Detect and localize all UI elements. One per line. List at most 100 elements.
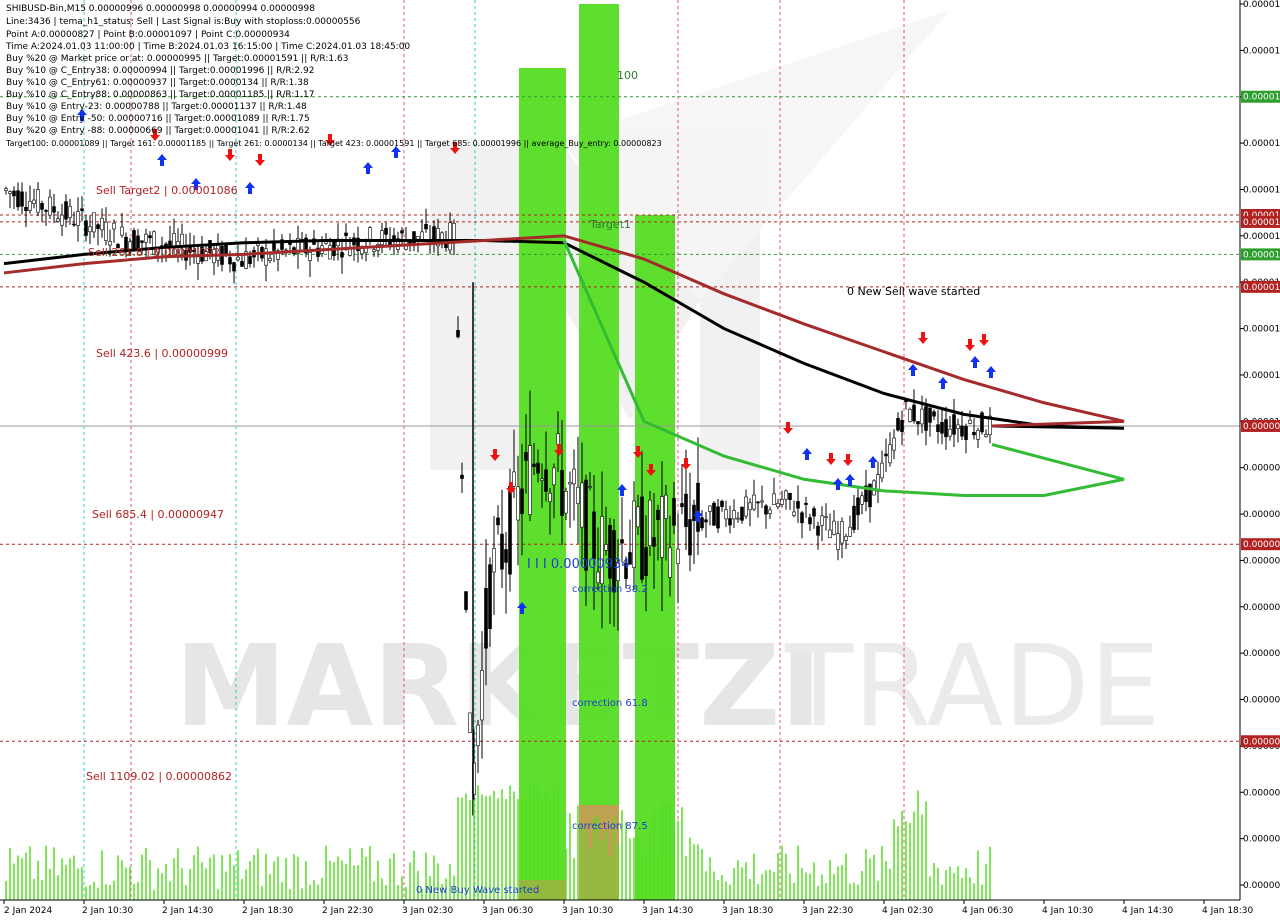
candle-body bbox=[812, 508, 816, 517]
candle-body bbox=[712, 502, 716, 526]
candle-body bbox=[92, 212, 96, 233]
candle-body bbox=[976, 430, 980, 440]
hundred-label: 100 bbox=[617, 69, 638, 82]
sell-262-label: Sell 261.8 | 0.00001032 bbox=[88, 246, 220, 259]
candle-body bbox=[140, 240, 144, 243]
candle-body bbox=[552, 467, 556, 486]
candle-body bbox=[536, 462, 540, 474]
candle-body bbox=[8, 191, 12, 194]
info-line: Buy %20 @ Market price or at: 0.00000995… bbox=[6, 54, 349, 64]
candle-body bbox=[804, 502, 808, 505]
candle-body bbox=[508, 485, 512, 575]
candle-body bbox=[772, 493, 776, 506]
candle-body bbox=[520, 488, 524, 514]
candle-body bbox=[928, 407, 932, 423]
candle-body bbox=[556, 433, 560, 445]
candle-body bbox=[592, 511, 596, 560]
candle-body bbox=[792, 511, 796, 516]
candle-body bbox=[68, 206, 72, 218]
time-tick-label: 4 Jan 14:30 bbox=[1122, 906, 1174, 916]
candle-body bbox=[88, 226, 92, 233]
candle-body bbox=[696, 482, 700, 532]
candle-body bbox=[644, 547, 648, 576]
candle-body bbox=[700, 517, 704, 529]
candle-body bbox=[716, 506, 720, 529]
candle-body bbox=[72, 223, 76, 226]
candle-body bbox=[148, 235, 152, 239]
candle-body bbox=[820, 515, 824, 526]
price-badge-label: 0.00000947 bbox=[1243, 540, 1280, 550]
chart-window[interactable]: MARKETZI TRADE Sell Target2 | 0.00001086… bbox=[0, 0, 1280, 920]
candle-body bbox=[44, 210, 48, 212]
candle-body bbox=[532, 463, 536, 467]
candle-body bbox=[460, 474, 464, 479]
candle-body bbox=[892, 437, 896, 451]
candle-body bbox=[832, 520, 836, 535]
candle-body bbox=[824, 516, 828, 519]
candle-body bbox=[912, 404, 916, 422]
candle-body bbox=[168, 240, 172, 246]
candle-body bbox=[620, 539, 624, 544]
candle-body bbox=[112, 222, 116, 230]
candle-body bbox=[464, 591, 468, 610]
candle-body bbox=[884, 453, 888, 457]
candle-body bbox=[660, 496, 664, 558]
candle-body bbox=[492, 548, 496, 573]
price-tick-label: 0.00000980 bbox=[1243, 464, 1280, 474]
candle-body bbox=[48, 196, 52, 216]
sell-424-label: Sell 423.6 | 0.00000999 bbox=[96, 347, 228, 360]
time-tick-label: 2 Jan 22:30 bbox=[322, 906, 374, 916]
candle-body bbox=[856, 497, 860, 516]
candle-body bbox=[724, 509, 728, 520]
candle-body bbox=[572, 468, 576, 485]
candle-body bbox=[96, 224, 100, 229]
candle-body bbox=[952, 414, 956, 435]
candle-body bbox=[40, 203, 44, 210]
candle-body bbox=[720, 500, 724, 507]
candle-body bbox=[256, 243, 260, 246]
time-axis: 2 Jan 2024 2 Jan 10:30 2 Jan 14:30 2 Jan 18… bbox=[3, 900, 1254, 916]
price-tick-label: 0.00000880 bbox=[1243, 696, 1280, 706]
price-tick-label: 0.00001120 bbox=[1243, 139, 1280, 149]
candle-body bbox=[120, 226, 124, 236]
candle-body bbox=[936, 424, 940, 432]
time-tick-label: 4 Jan 06:30 bbox=[962, 906, 1014, 916]
candle-body bbox=[32, 199, 36, 205]
candle-body bbox=[908, 409, 912, 422]
time-tick-label: 3 Jan 06:30 bbox=[482, 906, 534, 916]
price-tick-label: 0.00001040 bbox=[1243, 325, 1280, 335]
candle-body bbox=[548, 492, 552, 503]
candle-body bbox=[236, 256, 240, 261]
candle-body bbox=[108, 241, 112, 246]
candle-body bbox=[728, 518, 732, 526]
new-buy-wave-label: 0 New Buy Wave started bbox=[416, 885, 539, 896]
price-tick-label: 0.00001080 bbox=[1243, 232, 1280, 242]
candle-body bbox=[368, 227, 372, 240]
candle-body bbox=[144, 233, 148, 243]
candle-body bbox=[816, 525, 820, 536]
candle-body bbox=[888, 444, 892, 464]
candle-body bbox=[676, 548, 680, 564]
info-line: Buy %10 @ C_Entry38: 0.00000994 || Targe… bbox=[6, 66, 315, 76]
candle-body bbox=[604, 544, 608, 551]
candle-body bbox=[28, 201, 32, 211]
candle-body bbox=[264, 248, 268, 266]
time-tick-label: 3 Jan 02:30 bbox=[402, 906, 454, 916]
info-line: Buy %10 @ C_Entry88: 0.00000863 || Targe… bbox=[6, 90, 315, 100]
info-line: Buy %10 @ C_Entry61: 0.00000937 || Targe… bbox=[6, 78, 309, 88]
info-line: Time A:2024.01.03 11:00:00 | Time B:2024… bbox=[6, 42, 411, 52]
candle-body bbox=[544, 469, 548, 492]
candle-body bbox=[784, 490, 788, 500]
time-tick-label: 2 Jan 2024 bbox=[4, 906, 52, 916]
price-tick-label: 0.00000900 bbox=[1243, 649, 1280, 659]
info-line: SHIBUSD-Bin,M15 0.00000996 0.00000998 0.… bbox=[6, 4, 315, 14]
candle-body bbox=[52, 206, 56, 213]
candle-body bbox=[760, 500, 764, 503]
correction-382-label: correction 38.2 bbox=[572, 584, 648, 595]
price-tick-label: 0.00000840 bbox=[1243, 788, 1280, 798]
candle-body bbox=[808, 517, 812, 525]
candle-body bbox=[640, 496, 644, 580]
time-tick-label: 3 Jan 14:30 bbox=[642, 906, 694, 916]
watermark-bold: MARKETZI bbox=[175, 622, 822, 752]
candle-body bbox=[924, 406, 928, 431]
